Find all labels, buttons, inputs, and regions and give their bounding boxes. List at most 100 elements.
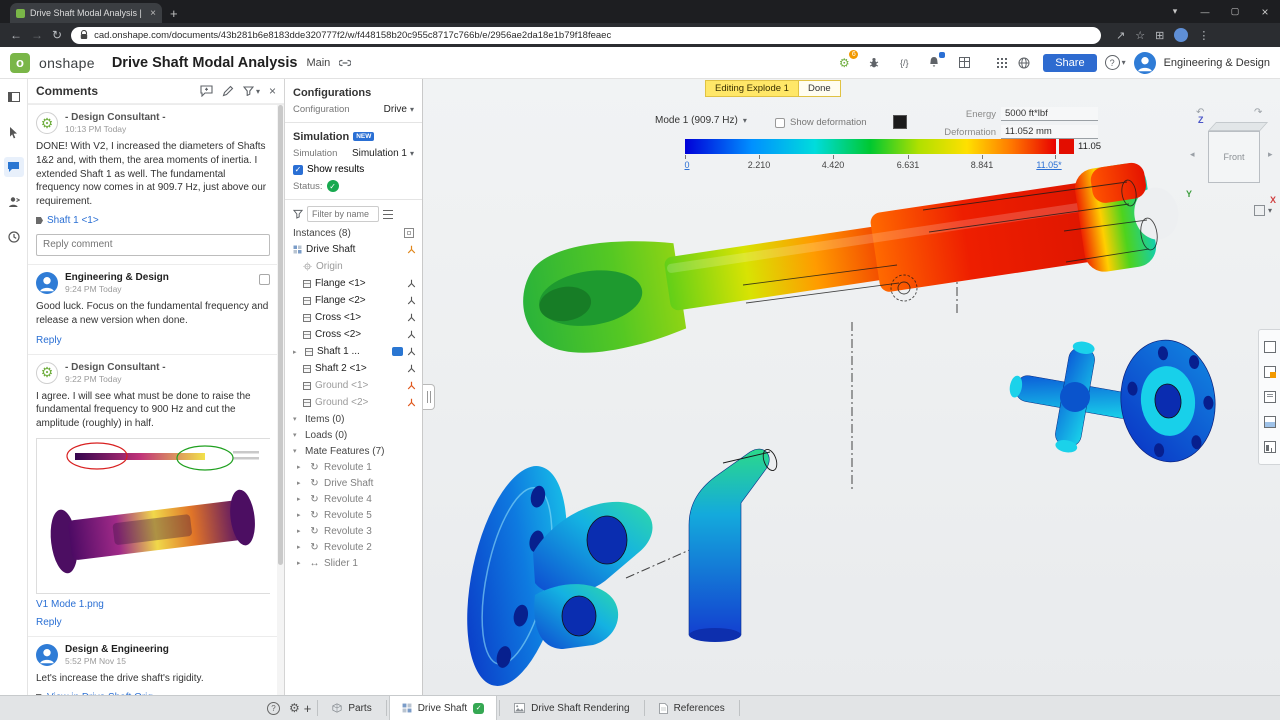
- rotate-right-arrow-icon[interactable]: ▸: [1268, 149, 1273, 160]
- tab-parts[interactable]: Parts: [320, 696, 383, 720]
- comment-item[interactable]: ⚙ - Design Consultant - 10:13 PM Today D…: [28, 104, 284, 264]
- loads-section-header[interactable]: ▾ Loads (0): [285, 427, 422, 443]
- deformation-value-field[interactable]: 11.052 mm: [1001, 125, 1098, 139]
- tab-drive-shaft-rendering[interactable]: Drive Shaft Rendering: [502, 696, 641, 720]
- instance-row-root[interactable]: Drive Shaft: [285, 241, 422, 258]
- instance-row[interactable]: Cross <2>: [285, 326, 422, 343]
- tab-references[interactable]: References: [647, 696, 737, 720]
- maximize-button[interactable]: ▢: [1220, 6, 1250, 17]
- panel-splitter-handle[interactable]: [423, 384, 435, 410]
- bug-icon[interactable]: [863, 52, 885, 73]
- new-tab-button[interactable]: +: [170, 6, 178, 21]
- spreadsheet-icon[interactable]: [953, 52, 975, 73]
- mate-features-section-header[interactable]: ▾ Mate Features (7): [285, 443, 422, 459]
- simulation-results-panel-icon[interactable]: [1263, 416, 1276, 429]
- expand-chevron-icon[interactable]: ▸: [297, 495, 305, 503]
- help-circle-icon[interactable]: ?: [267, 701, 280, 715]
- comment-view-link[interactable]: View in Drive Shaft Orig: [36, 692, 270, 695]
- mate-feature-row[interactable]: ▸ ↻ Revolute 4: [285, 491, 422, 507]
- instance-row[interactable]: Flange <1>: [285, 275, 422, 292]
- browser-profile-avatar[interactable]: [1174, 28, 1189, 42]
- add-tab-icon[interactable]: +: [304, 701, 312, 716]
- account-avatar[interactable]: [1133, 51, 1156, 74]
- graphics-viewport[interactable]: Editing Explode 1 Done Mode 1 (909.7 Hz)…: [423, 79, 1280, 695]
- comment-attachment-image[interactable]: [36, 437, 271, 594]
- rotate-right-icon[interactable]: ↷: [1254, 107, 1262, 118]
- comment-item[interactable]: Engineering & Design 9:24 PM Today Good …: [28, 263, 284, 354]
- extensions-puzzle-icon[interactable]: ⊞: [1155, 29, 1164, 42]
- sheet-panel-icon[interactable]: [1263, 390, 1276, 403]
- instance-row[interactable]: Flange <2>: [285, 292, 422, 309]
- link-icon[interactable]: [339, 59, 352, 67]
- reply-link[interactable]: Reply: [36, 335, 270, 346]
- settings-gear-icon[interactable]: ⚙: [289, 701, 300, 715]
- scale-tick-max[interactable]: 11.05*: [1036, 160, 1061, 170]
- refresh-icon[interactable]: ↻: [52, 28, 62, 42]
- expand-chevron-icon[interactable]: ▸: [297, 511, 305, 519]
- new-comment-icon[interactable]: [200, 85, 213, 97]
- forward-icon[interactable]: →: [31, 28, 43, 42]
- instance-row-origin[interactable]: Origin: [285, 258, 422, 275]
- scrollbar-thumb[interactable]: [278, 105, 283, 566]
- expand-chevron-icon[interactable]: ▸: [297, 527, 305, 535]
- color-swatch[interactable]: [893, 115, 907, 129]
- onshape-logo-icon[interactable]: o: [10, 52, 30, 73]
- reply-comment-input[interactable]: [36, 233, 270, 256]
- comments-filter[interactable]: ▾: [242, 86, 260, 96]
- globe-icon[interactable]: [1013, 52, 1035, 73]
- mate-feature-row[interactable]: ▸ ↻ Revolute 1: [285, 459, 422, 475]
- filter-funnel-icon[interactable]: [293, 209, 303, 219]
- view-cube-front-face[interactable]: Front: [1208, 131, 1260, 183]
- chart-panel-icon[interactable]: [1263, 441, 1276, 454]
- tab-drive-shaft[interactable]: Drive Shaft ✓: [388, 696, 498, 720]
- show-deformation-checkbox[interactable]: [775, 117, 785, 128]
- apps-grid-icon[interactable]: [983, 52, 1005, 73]
- comment-part-tag[interactable]: Shaft 1 <1>: [36, 215, 270, 226]
- branch-name[interactable]: Main: [306, 57, 330, 69]
- comment-item[interactable]: ⚙ - Design Consultant - 9:22 PM Today I …: [28, 353, 284, 636]
- dock-panel-icon[interactable]: [4, 87, 24, 107]
- list-options-icon[interactable]: [383, 209, 393, 219]
- close-comments-icon[interactable]: ×: [269, 84, 276, 98]
- show-deformation-control[interactable]: Show deformation: [775, 117, 867, 128]
- instance-row-shaft1[interactable]: ▸ Shaft 1 ...: [285, 343, 422, 360]
- document-title[interactable]: Drive Shaft Modal Analysis: [112, 55, 298, 71]
- show-results-row[interactable]: ✓ Show results: [285, 162, 422, 178]
- comment-flag-icon[interactable]: [392, 347, 403, 356]
- mate-feature-row[interactable]: ▸ ↻ Revolute 5: [285, 507, 422, 523]
- configuration-select[interactable]: Drive ▾: [384, 104, 414, 115]
- model-3d-view[interactable]: [423, 79, 1280, 695]
- instance-row[interactable]: Shaft 2 <1>: [285, 360, 422, 377]
- expand-chevron-icon[interactable]: ▸: [297, 559, 305, 567]
- view-cube-top-face[interactable]: [1207, 122, 1269, 131]
- mode-selector[interactable]: Mode 1 (909.7 Hz) ▾: [655, 115, 747, 126]
- view-cube[interactable]: ↶ ↷ Front ◂ ▸ Z Y X ▾: [1178, 107, 1280, 225]
- reply-link[interactable]: Reply: [36, 617, 270, 628]
- follow-mode-icon[interactable]: [4, 192, 24, 212]
- code-braces-icon[interactable]: {/}: [893, 52, 915, 73]
- mate-feature-row[interactable]: ▸ ↻ Drive Shaft: [285, 475, 422, 491]
- bookmark-star-icon[interactable]: ☆: [1135, 29, 1145, 42]
- browser-tab[interactable]: Drive Shaft Modal Analysis | Dri... ×: [10, 3, 162, 23]
- filter-by-name-input[interactable]: [307, 206, 379, 222]
- browser-menu-icon[interactable]: ⋮: [1198, 29, 1209, 42]
- attachment-filename-link[interactable]: V1 Mode 1.png: [36, 599, 270, 610]
- show-results-checkbox[interactable]: ✓: [293, 164, 303, 175]
- tab-search-icon[interactable]: ▾: [1160, 6, 1190, 17]
- tab-close-icon[interactable]: ×: [150, 8, 156, 19]
- mate-feature-row[interactable]: ▸ ↻ Revolute 2: [285, 539, 422, 555]
- scale-tick-min[interactable]: 0: [684, 160, 689, 170]
- comment-item[interactable]: Design & Engineering 5:52 PM Nov 15 Let'…: [28, 635, 284, 695]
- onshape-wordmark[interactable]: onshape: [39, 55, 95, 71]
- history-icon[interactable]: [4, 227, 24, 247]
- expand-chevron-icon[interactable]: ▸: [297, 463, 305, 471]
- help-menu[interactable]: ? ▾: [1104, 55, 1126, 70]
- expand-chevron-icon[interactable]: ▸: [293, 348, 301, 356]
- items-section-header[interactable]: ▾ Items (0): [285, 411, 422, 427]
- simulation-select[interactable]: Simulation 1 ▾: [352, 148, 414, 159]
- minimize-button[interactable]: —: [1190, 7, 1220, 17]
- instance-row[interactable]: Cross <1>: [285, 309, 422, 326]
- show-hide-icon[interactable]: [404, 228, 414, 238]
- cursor-icon[interactable]: [4, 122, 24, 142]
- comments-panel-icon[interactable]: [3, 157, 24, 177]
